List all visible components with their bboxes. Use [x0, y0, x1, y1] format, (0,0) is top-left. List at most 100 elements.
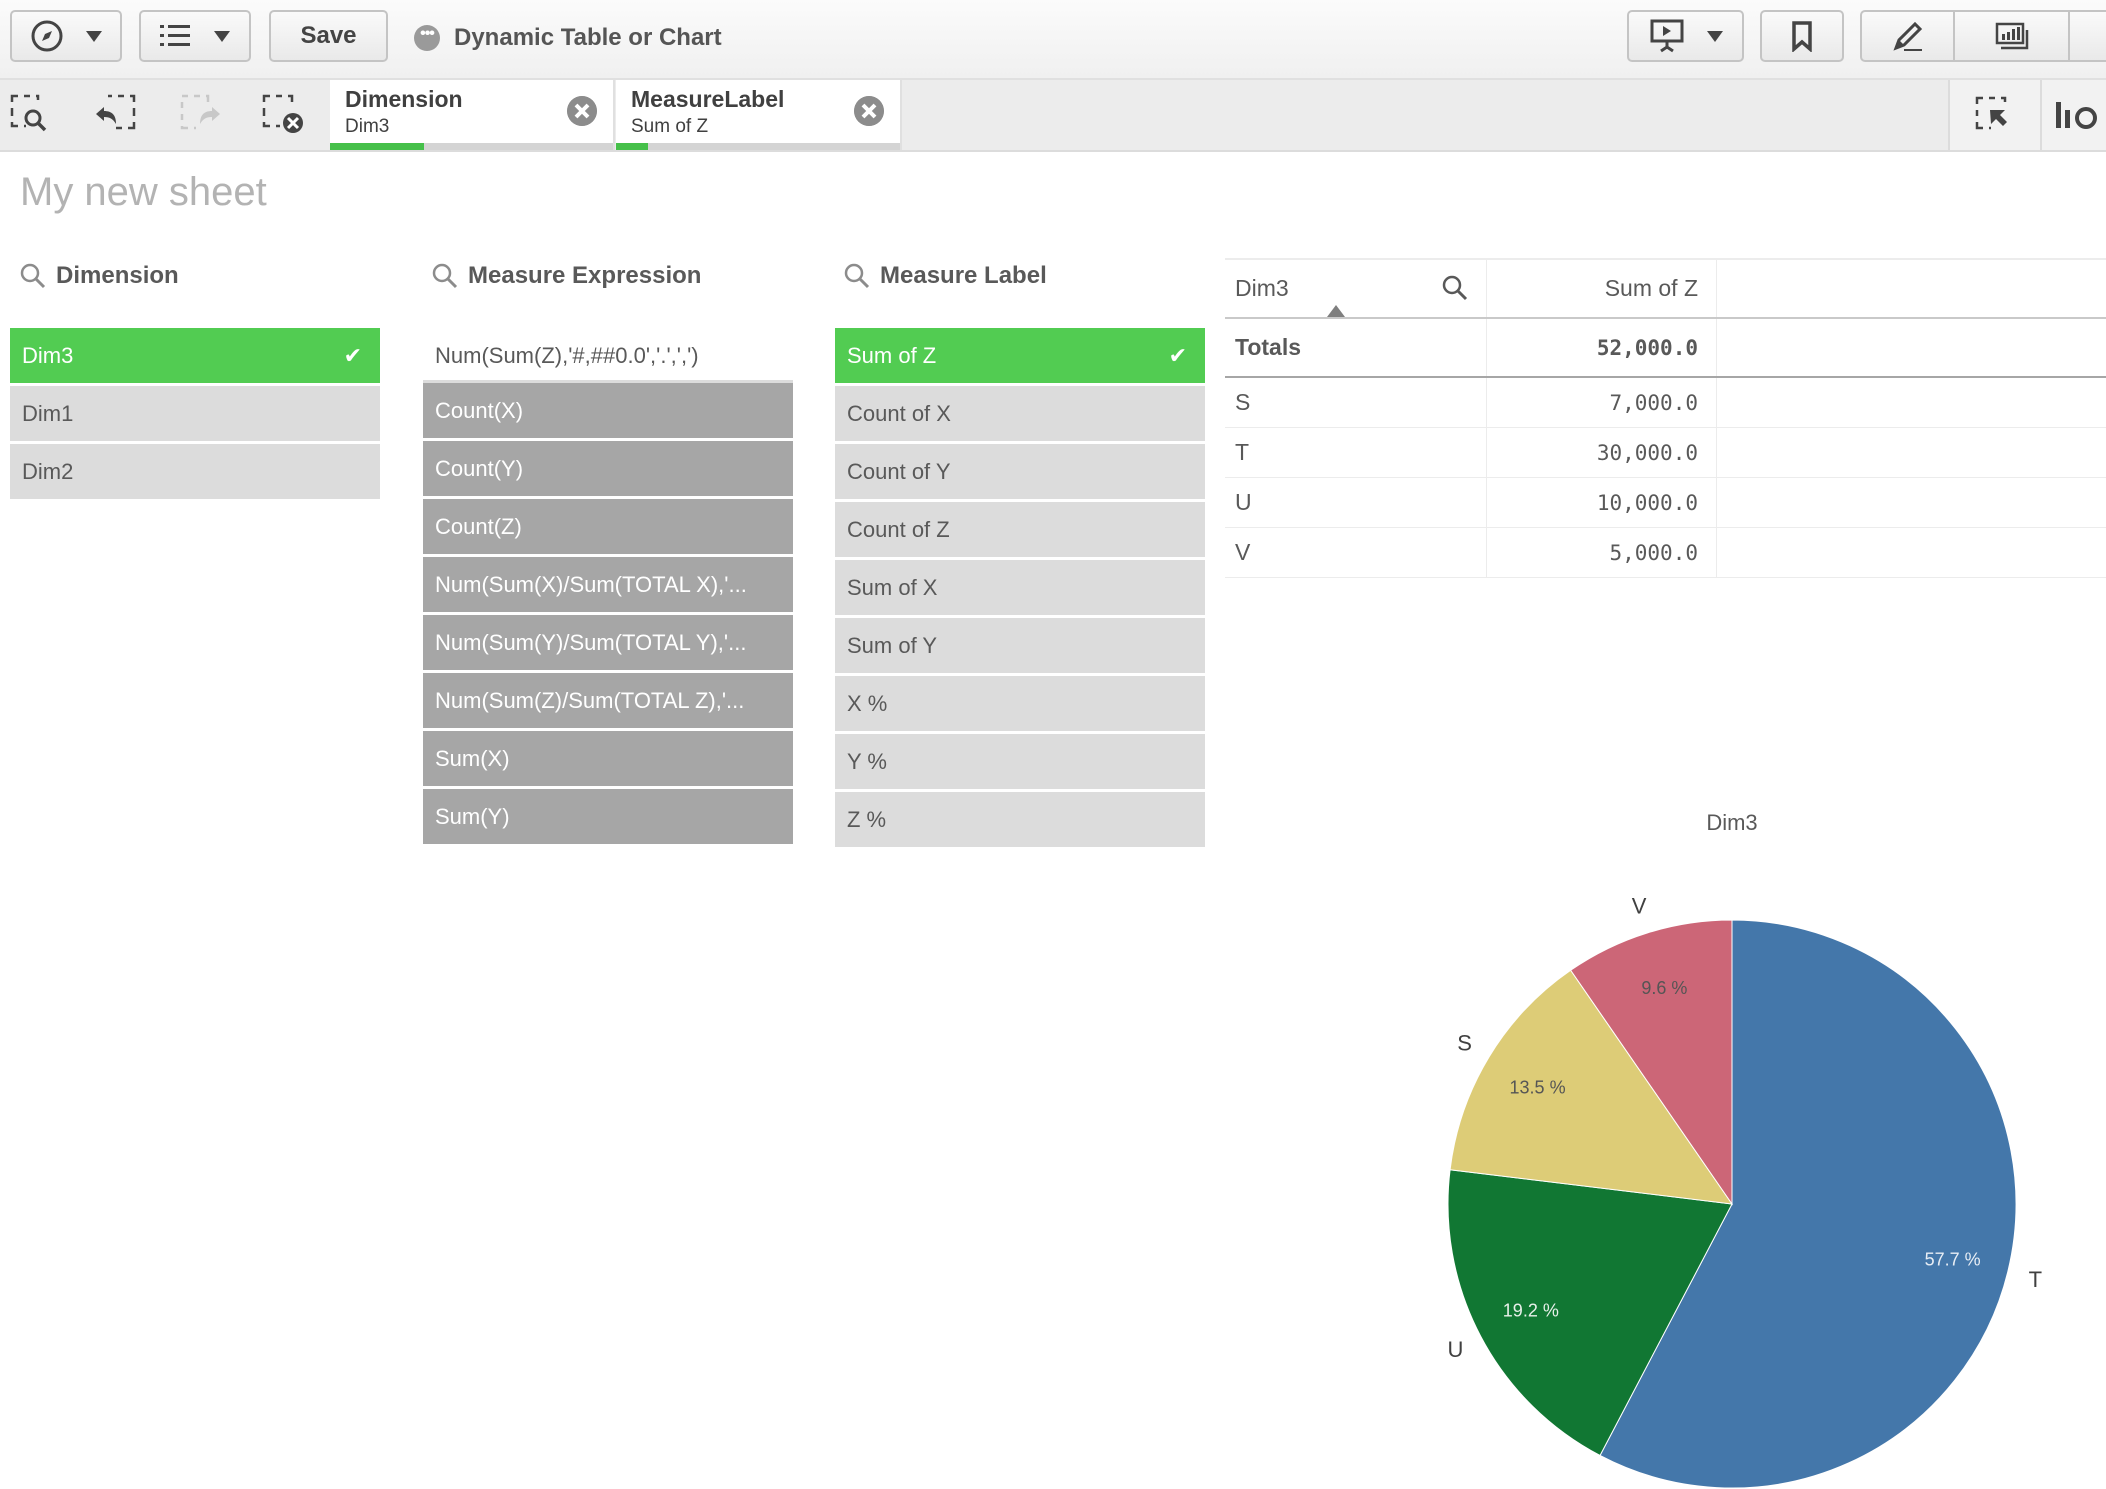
- top-toolbar: Save ••• Dynamic Table or Chart: [0, 0, 2106, 80]
- dim3-cell[interactable]: V: [1225, 528, 1487, 577]
- dimension-item[interactable]: Dim2: [10, 444, 380, 499]
- table-row: U 10,000.0: [1225, 478, 2106, 528]
- selection-chip-measurelabel[interactable]: MeasureLabel Sum of Z: [616, 80, 902, 150]
- measure-expression-item[interactable]: Num(Sum(X)/Sum(TOTAL X),'...: [423, 557, 793, 612]
- more-options-icon[interactable]: •••: [414, 25, 440, 51]
- clear-all-selections-icon[interactable]: [262, 94, 306, 136]
- pie-category-label: T: [2029, 1267, 2042, 1292]
- table-row: T 30,000.0: [1225, 428, 2106, 478]
- pie-chart: Dim3 57.7 % T 19.2 % U 13.5 % S 9.6 % V: [1447, 810, 2042, 1489]
- measure-label-filter-title: Measure Label: [880, 262, 1047, 289]
- measure-label-item-label: Sum of Z: [847, 343, 937, 368]
- measure-label-item-label: X %: [847, 691, 888, 716]
- dim3-cell[interactable]: U: [1225, 478, 1487, 527]
- clear-selection-icon[interactable]: [567, 96, 597, 126]
- measure-label-item[interactable]: Y %: [835, 734, 1205, 789]
- sum-of-z-cell: 30,000.0: [1487, 428, 1717, 477]
- app-title: ••• Dynamic Table or Chart: [414, 18, 722, 58]
- measure-label-item[interactable]: Count of Y: [835, 444, 1205, 499]
- select-pointer-icon: [1975, 96, 2007, 130]
- measure-expression-item-label: Sum(Y): [435, 804, 510, 829]
- dimension-filter-header[interactable]: Dimension: [20, 262, 179, 290]
- chip-title: MeasureLabel: [631, 86, 785, 112]
- compass-icon: [31, 20, 63, 52]
- sum-of-z-cell: 7,000.0: [1487, 378, 1717, 427]
- chevron-down-icon: [214, 30, 230, 42]
- sum-of-z-cell: 10,000.0: [1487, 478, 1717, 527]
- measure-label-item[interactable]: X %: [835, 676, 1205, 731]
- save-button[interactable]: Save: [269, 10, 388, 62]
- measure-label-item[interactable]: Sum of X: [835, 560, 1205, 615]
- measure-label-filter-header[interactable]: Measure Label: [844, 262, 1047, 290]
- sheets-menu-button[interactable]: [139, 10, 251, 62]
- measure-expression-item[interactable]: Num(Sum(Z),'#,##0.0','.',','): [423, 328, 793, 383]
- table-header-row: Dim3 Sum of Z: [1225, 258, 2106, 319]
- measure-expression-item[interactable]: Sum(Y): [423, 789, 793, 844]
- more-button[interactable]: [2068, 10, 2106, 62]
- measure-label-item-label: Count of Y: [847, 459, 951, 484]
- chip-title: Dimension: [345, 86, 463, 112]
- dimension-item[interactable]: Dim3 ✔: [10, 328, 380, 383]
- dimension-list: Dim3 ✔ Dim1 Dim2: [10, 328, 380, 502]
- lasso-select-button[interactable]: [1948, 80, 2042, 150]
- column-header-sum-of-z[interactable]: Sum of Z: [1487, 260, 1717, 317]
- smart-search-button[interactable]: [2040, 80, 2106, 150]
- measure-expression-item[interactable]: Sum(X): [423, 731, 793, 786]
- measure-expression-item-label: Count(X): [435, 398, 524, 423]
- clear-selection-icon[interactable]: [854, 96, 884, 126]
- pie-data-label: 57.7 %: [1925, 1249, 1981, 1269]
- column-header-dim3[interactable]: Dim3: [1225, 260, 1487, 317]
- table-body: S 7,000.0 T 30,000.0 U 10,000.0 V 5,000.0: [1225, 378, 2106, 578]
- measure-expression-item[interactable]: Num(Sum(Y)/Sum(TOTAL Y),'...: [423, 615, 793, 670]
- navigation-menu-button[interactable]: [10, 10, 122, 62]
- measure-label-list: Sum of Z ✔ Count of X Count of Y Count of Z S…: [835, 328, 1205, 850]
- measure-expression-filter-title: Measure Expression: [468, 262, 702, 289]
- present-button[interactable]: [1627, 10, 1744, 62]
- sheet-title: My new sheet: [20, 170, 267, 214]
- search-icon: [432, 263, 458, 289]
- insights-button[interactable]: [1953, 10, 2070, 62]
- list-icon: [160, 25, 190, 46]
- checkmark-icon: ✔: [343, 343, 362, 368]
- selections-tool-icon[interactable]: [10, 94, 54, 136]
- measure-label-item[interactable]: Count of Z: [835, 502, 1205, 557]
- bookmarks-button[interactable]: [1760, 10, 1844, 62]
- selection-progress-bar: [616, 143, 900, 150]
- pie-data-label: 19.2 %: [1503, 1301, 1559, 1321]
- dim3-cell[interactable]: T: [1225, 428, 1487, 477]
- totals-label: Totals: [1225, 319, 1487, 376]
- dimension-filter-title: Dimension: [56, 262, 179, 289]
- measure-expression-item-label: Sum(X): [435, 746, 510, 771]
- measure-expression-item-label: Num(Sum(Z)/Sum(TOTAL Z),'...: [435, 688, 745, 713]
- selections-bar: Dimension Dim3 MeasureLabel Sum of Z: [0, 80, 2106, 152]
- dimension-item[interactable]: Dim1: [10, 386, 380, 441]
- measure-label-item[interactable]: Sum of Y: [835, 618, 1205, 673]
- chevron-down-icon: [1706, 30, 1723, 42]
- pie-data-label: 9.6 %: [1641, 978, 1687, 998]
- chart-icon: [1995, 22, 2028, 50]
- measure-expression-item[interactable]: Num(Sum(Z)/Sum(TOTAL Z),'...: [423, 673, 793, 728]
- measure-label-item[interactable]: Count of X: [835, 386, 1205, 441]
- measure-expression-item[interactable]: Count(Z): [423, 499, 793, 554]
- search-icon: [844, 263, 870, 289]
- measure-label-item[interactable]: Z %: [835, 792, 1205, 847]
- step-forward-icon[interactable]: [178, 94, 222, 136]
- step-back-icon[interactable]: [94, 94, 138, 136]
- measure-label-item-label: Sum of Y: [847, 633, 938, 658]
- edit-button[interactable]: [1860, 10, 1955, 62]
- dim3-cell[interactable]: S: [1225, 378, 1487, 427]
- data-table: Dim3 Sum of Z Totals 52,000.0 S 7,000.0 T 3…: [1225, 258, 2106, 578]
- selection-progress-bar: [330, 143, 613, 150]
- pie-category-label: V: [1632, 894, 1647, 919]
- measure-label-item[interactable]: Sum of Z ✔: [835, 328, 1205, 383]
- measure-expression-filter-header[interactable]: Measure Expression: [432, 262, 701, 290]
- search-icon: [20, 263, 46, 289]
- measure-expression-item[interactable]: Count(Y): [423, 441, 793, 496]
- measure-expression-item[interactable]: Count(X): [423, 383, 793, 438]
- dimension-item-label: Dim2: [22, 459, 74, 484]
- measure-expression-list: Num(Sum(Z),'#,##0.0','.',',') Count(X) Cou…: [423, 328, 793, 847]
- totals-row: Totals 52,000.0: [1225, 319, 2106, 378]
- selection-chip-dimension[interactable]: Dimension Dim3: [330, 80, 615, 150]
- measure-expression-item-label: Count(Y): [435, 456, 524, 481]
- search-icon[interactable]: [1442, 275, 1468, 301]
